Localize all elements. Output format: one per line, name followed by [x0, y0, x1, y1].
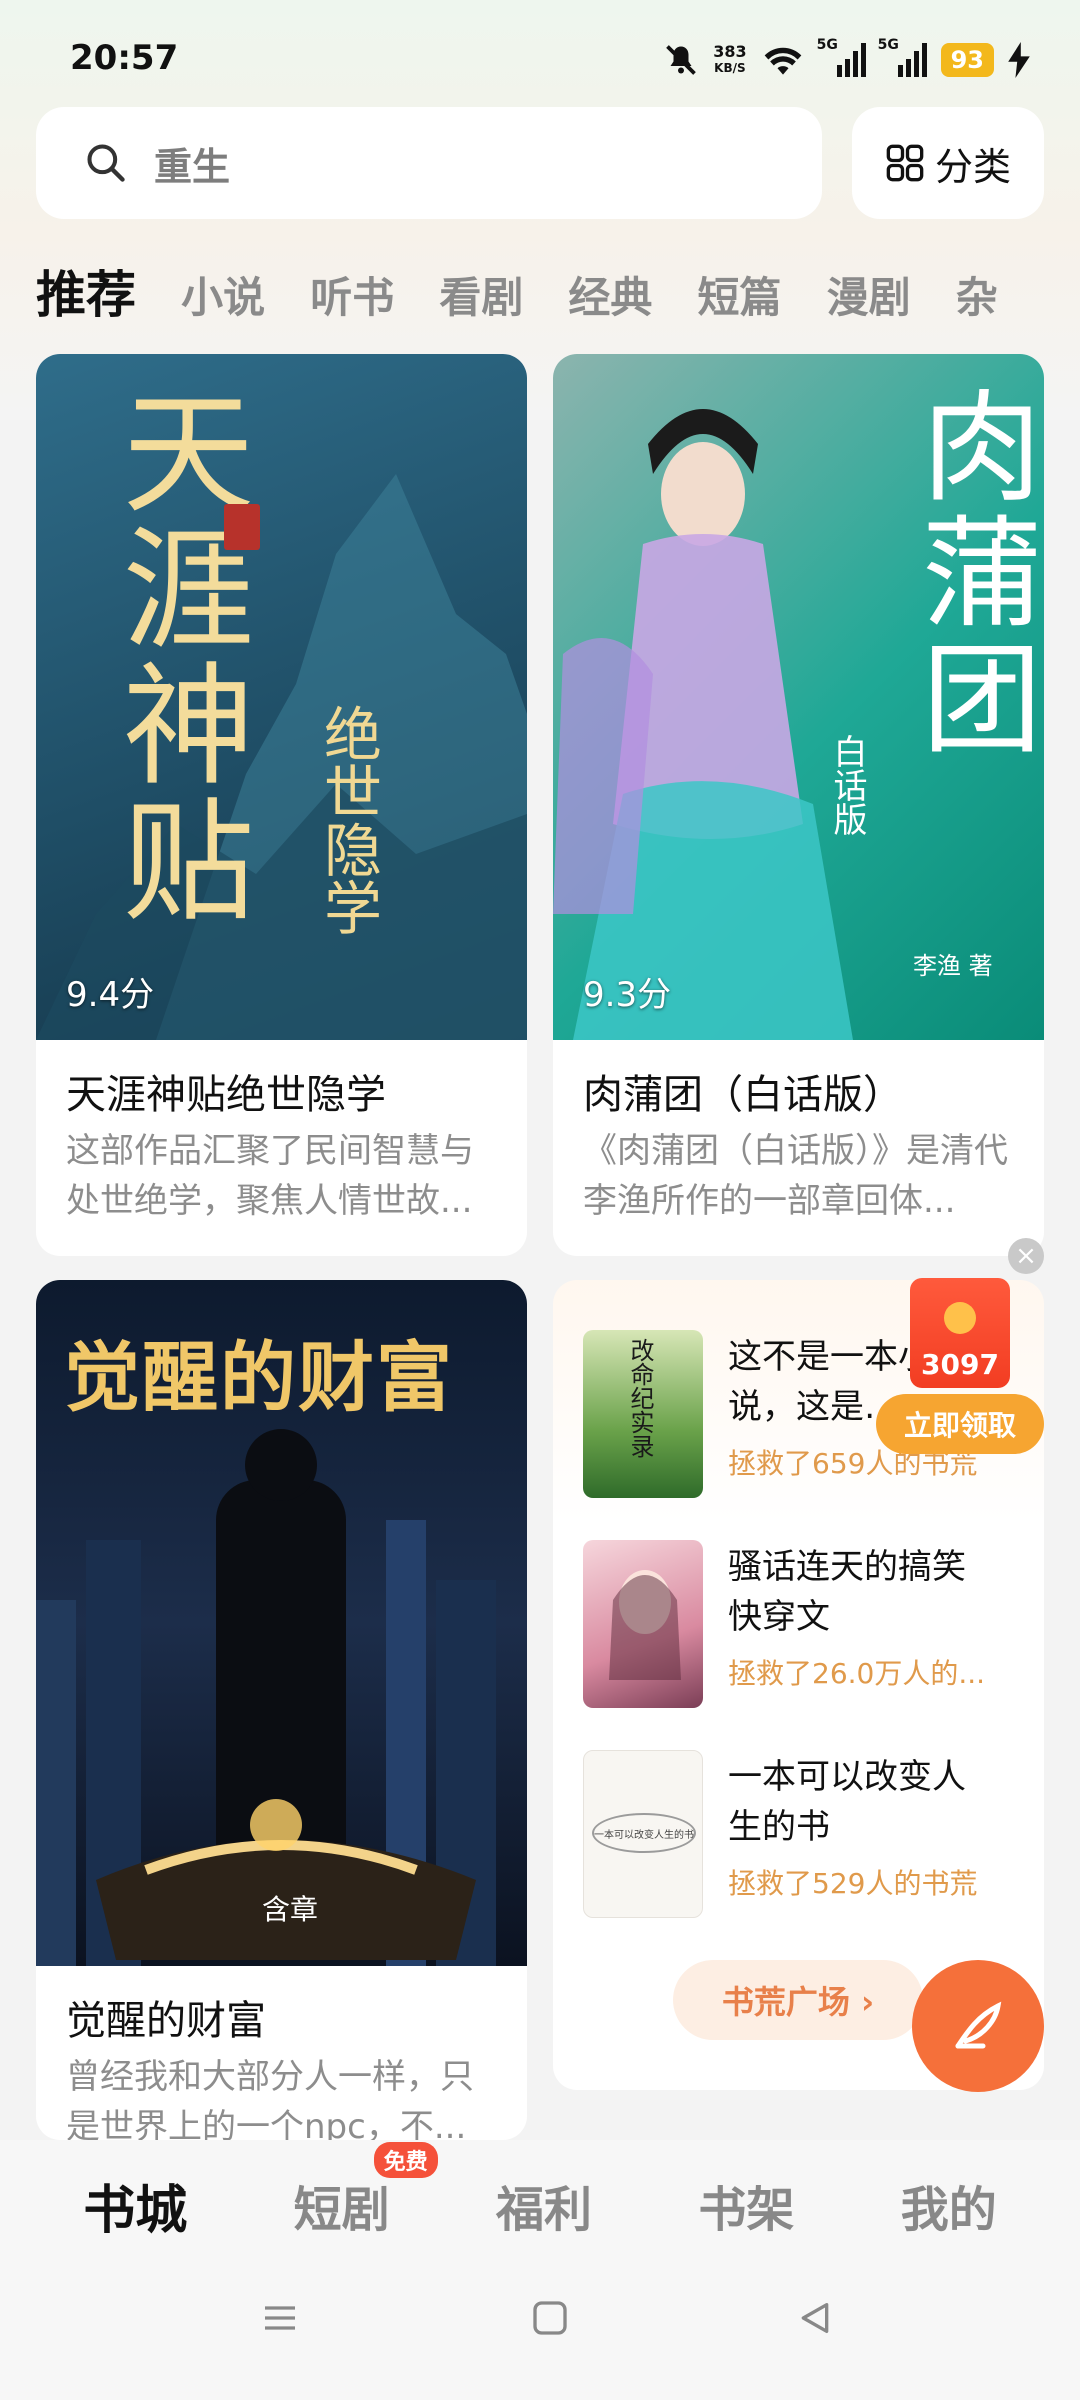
mute-bell-icon [666, 45, 697, 75]
wifi-icon [764, 47, 801, 75]
claim-button[interactable]: 立即领取 [876, 1394, 1044, 1454]
seal-stamp [224, 504, 260, 550]
tab-audiobook[interactable]: 听书 [310, 264, 394, 325]
cover-title: 觉醒的财富 [64, 1333, 454, 1422]
cover-subtitle: 白话版 [827, 734, 867, 836]
signal-icon-2: 5G [878, 37, 927, 77]
recommend-thumb [583, 1540, 703, 1708]
status-bar: 20:57 383 KB/S 5G 5G 93 [0, 0, 1080, 110]
book-score: 9.4分 [66, 975, 155, 1015]
book-desc: 这部作品汇聚了民间智慧与处世绝学，聚焦人情世故... [66, 1131, 474, 1221]
nav-short-drama[interactable]: 短剧 免费 [294, 2142, 438, 2240]
book-card[interactable]: 天涯神贴 绝世隐学 9.4分 天涯神贴绝世隐学 这部作品汇聚了民间智慧与处世绝学… [36, 354, 527, 1256]
book-card[interactable]: 肉蒲团 白话版 李渔 著 9.3分 肉蒲团（白话版） 《肉蒲团（白话版）》是清代… [553, 354, 1044, 1256]
book-cover: 天涯神贴 绝世隐学 9.4分 [36, 354, 527, 1040]
cover-title: 天涯神贴 [100, 384, 254, 928]
status-time: 20:57 [70, 38, 179, 78]
menu-icon[interactable] [260, 2298, 300, 2338]
cover-author: 含章 [262, 1893, 319, 1926]
recommend-thumb: 一本可以改变人生的书 [583, 1750, 703, 1918]
tab-short[interactable]: 短篇 [698, 264, 782, 325]
category-label: 分类 [934, 144, 1011, 189]
tab-classic[interactable]: 经典 [568, 264, 652, 325]
recommend-title: 一本可以改变人生的书 [728, 1757, 966, 1847]
nav-bookshelf[interactable]: 书架 [698, 2170, 794, 2240]
nav-welfare[interactable]: 福利 [496, 2170, 592, 2240]
home-square-icon[interactable] [530, 2298, 570, 2338]
book-desc: 《肉蒲团（白话版）》是清代李渔所作的一部章回体... [583, 1131, 1008, 1221]
bottom-nav: 书城 短剧 免费 福利 书架 我的 [0, 2140, 1080, 2270]
red-packet-amount: 3097 [921, 1348, 999, 1381]
back-triangle-icon[interactable] [795, 2298, 835, 2338]
recommend-item[interactable]: 骚话连天的搞笑快穿文 拯救了26.0万人的... [583, 1540, 1043, 1710]
grid-icon [886, 144, 924, 182]
tab-comic-drama[interactable]: 漫剧 [827, 264, 911, 325]
book-title: 天涯神贴绝世隐学 [66, 1072, 386, 1118]
charging-bolt-icon [1008, 42, 1030, 78]
category-tabs: 推荐 小说 听书 看剧 经典 短篇 漫剧 杂 [36, 255, 1080, 325]
tab-novel[interactable]: 小说 [181, 264, 265, 325]
cover-author: 李渔 著 [913, 952, 993, 980]
book-score: 9.3分 [583, 975, 672, 1015]
book-cover: 肉蒲团 白话版 李渔 著 9.3分 [553, 354, 1044, 1040]
net-speed: 383 KB/S [713, 42, 747, 76]
book-plaza-button[interactable]: 书荒广场 › [673, 1960, 923, 2040]
tab-misc[interactable]: 杂 [956, 264, 998, 325]
book-desc: 曾经我和大部分人一样，只是世界上的一个npc，不... [66, 2057, 474, 2140]
search-placeholder: 重生 [154, 144, 231, 189]
search-bar[interactable]: 重生 [36, 107, 822, 219]
recommend-sub: 拯救了26.0万人的... [728, 1657, 986, 1690]
recommend-sub: 拯救了529人的书荒 [728, 1867, 978, 1900]
cover-title: 肉蒲团 [901, 384, 1040, 762]
search-icon [87, 144, 125, 182]
system-nav-bar [0, 2270, 1080, 2400]
book-card[interactable]: 觉醒的财富 含章 觉醒的财富 曾经我和大部分人一样，只是世界上的一个npc，不.… [36, 1280, 527, 2140]
recommend-thumb: 改命纪实录 [583, 1330, 703, 1498]
free-badge: 免费 [373, 2142, 438, 2178]
coin-icon [944, 1302, 976, 1334]
book-cover: 觉醒的财富 含章 [36, 1280, 527, 1966]
feather-pen-icon [955, 2001, 1002, 2049]
book-title: 觉醒的财富 [66, 1998, 266, 2044]
write-fab[interactable] [912, 1960, 1044, 2092]
nav-bookstore[interactable]: 书城 [83, 2168, 187, 2243]
red-packet[interactable]: 3097 [910, 1278, 1010, 1388]
nav-profile[interactable]: 我的 [901, 2170, 997, 2240]
close-icon[interactable]: × [1008, 1238, 1044, 1274]
category-button[interactable]: 分类 [852, 107, 1044, 219]
cover-subtitle: 绝世隐学 [314, 704, 382, 936]
book-title: 肉蒲团（白话版） [583, 1072, 903, 1118]
status-icons: 383 KB/S 5G 5G 93 [663, 36, 1030, 84]
girl-illustration [609, 1570, 681, 1680]
signal-icon: 5G [817, 37, 866, 77]
battery-level: 93 [940, 43, 994, 77]
recommend-title: 骚话连天的搞笑快穿文 [728, 1547, 966, 1637]
tab-recommend[interactable]: 推荐 [36, 255, 136, 325]
recommend-item[interactable]: 一本可以改变人生的书 一本可以改变人生的书 拯救了529人的书荒 [583, 1750, 1043, 1920]
tab-drama[interactable]: 看剧 [439, 264, 523, 325]
